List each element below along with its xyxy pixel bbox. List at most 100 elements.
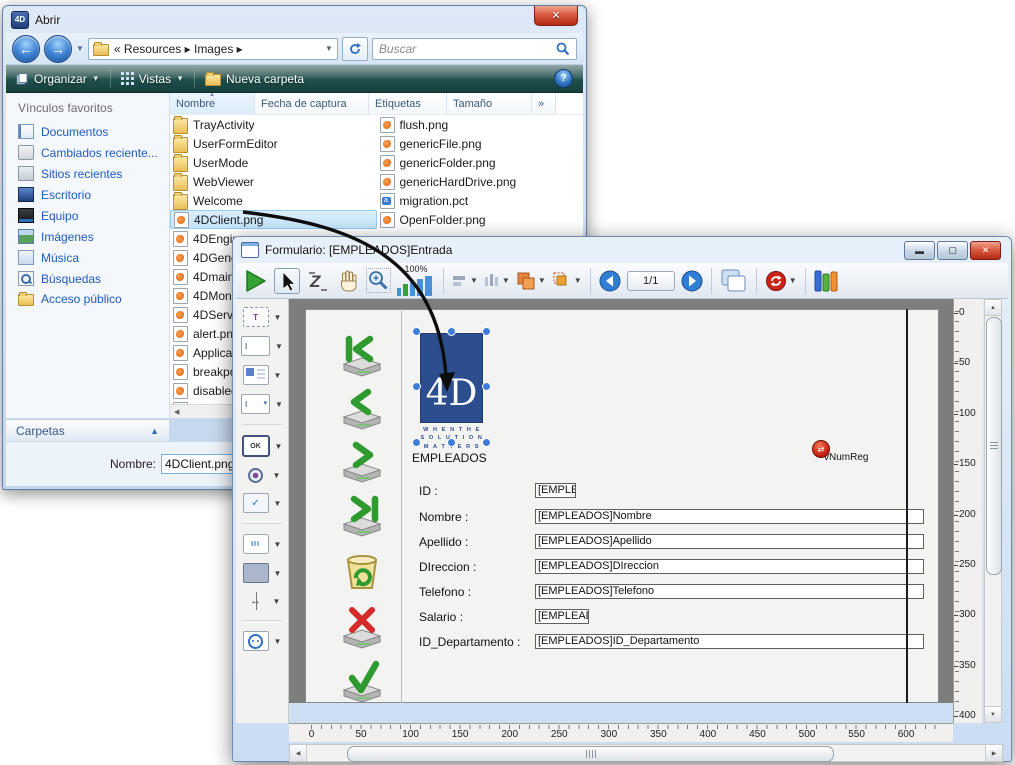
file-row[interactable]: WebViewer <box>170 172 377 191</box>
field-input[interactable]: [EMPLEADOS]Nombre <box>535 509 924 524</box>
object-tool-input-tool[interactable]: I▼ <box>241 336 283 356</box>
field-input[interactable]: [EMPLEAD <box>535 609 589 624</box>
file-row[interactable]: TrayActivity <box>170 115 377 134</box>
align-dropdown-button[interactable]: ▼ <box>452 273 478 289</box>
level-dropdown-button[interactable]: ▼ <box>516 271 546 291</box>
horizontal-scrollbar[interactable]: ◀ ▶ <box>289 744 1003 762</box>
address-dropdown-icon[interactable]: ▼ <box>325 44 333 53</box>
file-row[interactable]: migration.pct <box>377 191 584 210</box>
new-folder-button[interactable]: Nueva carpeta <box>205 72 304 86</box>
sidebar-item[interactable]: Imágenes <box>6 226 169 247</box>
history-dropdown-icon[interactable]: ▼ <box>76 44 84 53</box>
back-button[interactable]: ← <box>12 35 40 63</box>
file-row[interactable]: 4DClient.png <box>170 210 377 229</box>
scroll-left-icon[interactable]: ◀ <box>290 745 307 761</box>
selection-handle[interactable] <box>447 438 456 447</box>
selection-handle[interactable] <box>412 438 421 447</box>
organize-button[interactable]: Organizar ▼ <box>16 72 100 86</box>
zoom-bars-icon[interactable] <box>397 275 435 296</box>
field-input[interactable]: [EMPLEADOS]ID_Departamento <box>535 634 924 649</box>
field-input[interactable]: [EMPLEADOS]Apellido <box>535 534 924 549</box>
field-input[interactable]: [EMPLE <box>535 483 576 498</box>
sidebar-item[interactable]: Cambiados reciente... <box>6 142 169 163</box>
select-tool-button[interactable] <box>274 268 300 294</box>
forward-button[interactable]: → <box>44 35 72 63</box>
4d-logo-image[interactable]: 4D <box>420 333 483 423</box>
selection-handle[interactable] <box>482 382 491 391</box>
accept-record-button[interactable] <box>336 658 388 703</box>
next-page-button[interactable] <box>681 270 703 292</box>
next-record-button[interactable] <box>336 438 388 484</box>
object-tool-combobox-tool[interactable]: I▼ <box>241 394 283 414</box>
last-record-button[interactable] <box>336 492 388 538</box>
data-source-dropdown-button[interactable]: ▼ <box>765 270 797 292</box>
sidebar-item[interactable]: Equipo <box>6 205 169 226</box>
object-tool-listbox-tool[interactable]: ▼ <box>243 365 282 385</box>
list-horizontal-scrollbar[interactable]: ◀ <box>170 404 234 418</box>
sidebar-item[interactable]: Búsquedas <box>6 268 169 289</box>
column-header[interactable]: Etiquetas <box>369 93 447 114</box>
maximize-button[interactable]: ▢ <box>937 241 968 260</box>
execute-form-button[interactable] <box>242 268 268 294</box>
cancel-record-button[interactable] <box>336 604 388 650</box>
previous-record-button[interactable] <box>336 385 388 431</box>
duplicate-dropdown-button[interactable]: ▼ <box>552 271 582 291</box>
previous-page-button[interactable] <box>599 270 621 292</box>
zoom-level-control[interactable]: 100% <box>397 265 435 296</box>
breadcrumb[interactable]: « Resources ▸ Images ▸ <box>114 42 243 56</box>
close-button[interactable]: ✕ <box>534 6 578 26</box>
scrollbar-thumb[interactable] <box>986 317 1002 575</box>
vertical-scrollbar[interactable]: ▲ ▼ <box>984 299 1002 723</box>
search-input[interactable]: Buscar <box>372 38 577 60</box>
object-tool-text-tool[interactable]: T▼ <box>243 307 282 327</box>
file-row[interactable]: genericHardDrive.png <box>377 172 584 191</box>
selection-handle[interactable] <box>482 327 491 336</box>
selection-handle[interactable] <box>412 382 421 391</box>
file-row[interactable]: UserFormEditor <box>170 134 377 153</box>
distribute-dropdown-button[interactable]: ▼ <box>484 273 510 289</box>
file-row[interactable]: genericFile.png <box>377 134 584 153</box>
object-tool-buttongrid-tool[interactable]: III▼ <box>243 534 282 554</box>
explorer-button[interactable] <box>814 269 840 293</box>
refresh-button[interactable] <box>342 37 368 61</box>
scroll-up-icon[interactable]: ▲ <box>985 300 1001 316</box>
variable-icon[interactable]: ⇄ <box>812 440 830 458</box>
filename-input[interactable] <box>161 454 241 474</box>
scroll-right-icon[interactable]: ▶ <box>985 745 1002 761</box>
pan-tool-button[interactable] <box>336 269 360 293</box>
close-button[interactable]: ✕ <box>970 241 1001 260</box>
sidebar-item[interactable]: Música <box>6 247 169 268</box>
address-bar[interactable]: « Resources ▸ Images ▸ ▼ <box>88 38 338 60</box>
sidebar-item[interactable]: Documentos <box>6 121 169 142</box>
help-button[interactable]: ? <box>554 69 573 88</box>
form-pages-button[interactable] <box>720 268 748 294</box>
column-header[interactable]: Fecha de captura <box>255 93 369 114</box>
object-tool-checkbox-tool[interactable]: ✓▼ <box>243 493 282 513</box>
entry-order-tool-button[interactable]: Z <box>306 269 330 293</box>
file-row[interactable]: OpenFolder.png <box>377 210 584 229</box>
minimize-button[interactable]: ▬ <box>904 241 935 260</box>
selection-handle[interactable] <box>447 327 456 336</box>
file-row[interactable]: Welcome <box>170 191 377 210</box>
sidebar-item[interactable]: Sitios recientes <box>6 163 169 184</box>
column-header[interactable]: ▲Nombre <box>170 93 255 114</box>
field-input[interactable]: [EMPLEADOS]Telefono <box>535 584 924 599</box>
object-tool-tabcontrol-tool[interactable]: ▼ <box>243 631 282 651</box>
scroll-down-icon[interactable]: ▼ <box>985 706 1001 722</box>
more-columns-button[interactable]: » <box>532 93 556 114</box>
scrollbar-thumb[interactable] <box>347 746 834 762</box>
search-icon[interactable] <box>556 42 570 56</box>
object-tool-splitter-tool[interactable]: ↔▼ <box>244 592 281 610</box>
file-row[interactable]: UserMode <box>170 153 377 172</box>
object-tool-button-tool[interactable]: OK▼ <box>242 435 283 457</box>
selection-handle[interactable] <box>482 438 491 447</box>
views-button[interactable]: Vistas ▼ <box>121 72 184 86</box>
object-tool-radio-tool[interactable]: ▼ <box>244 466 281 484</box>
file-row[interactable]: flush.png <box>377 115 584 134</box>
column-header[interactable]: Tamaño <box>447 93 532 114</box>
zoom-tool-button[interactable] <box>366 268 391 293</box>
folders-expander[interactable]: Carpetas ▲ <box>6 419 169 442</box>
scroll-left-icon[interactable]: ◀ <box>170 408 179 416</box>
object-tool-rectangle-tool[interactable]: ▼ <box>243 563 282 583</box>
sidebar-item[interactable]: Escritorio <box>6 184 169 205</box>
